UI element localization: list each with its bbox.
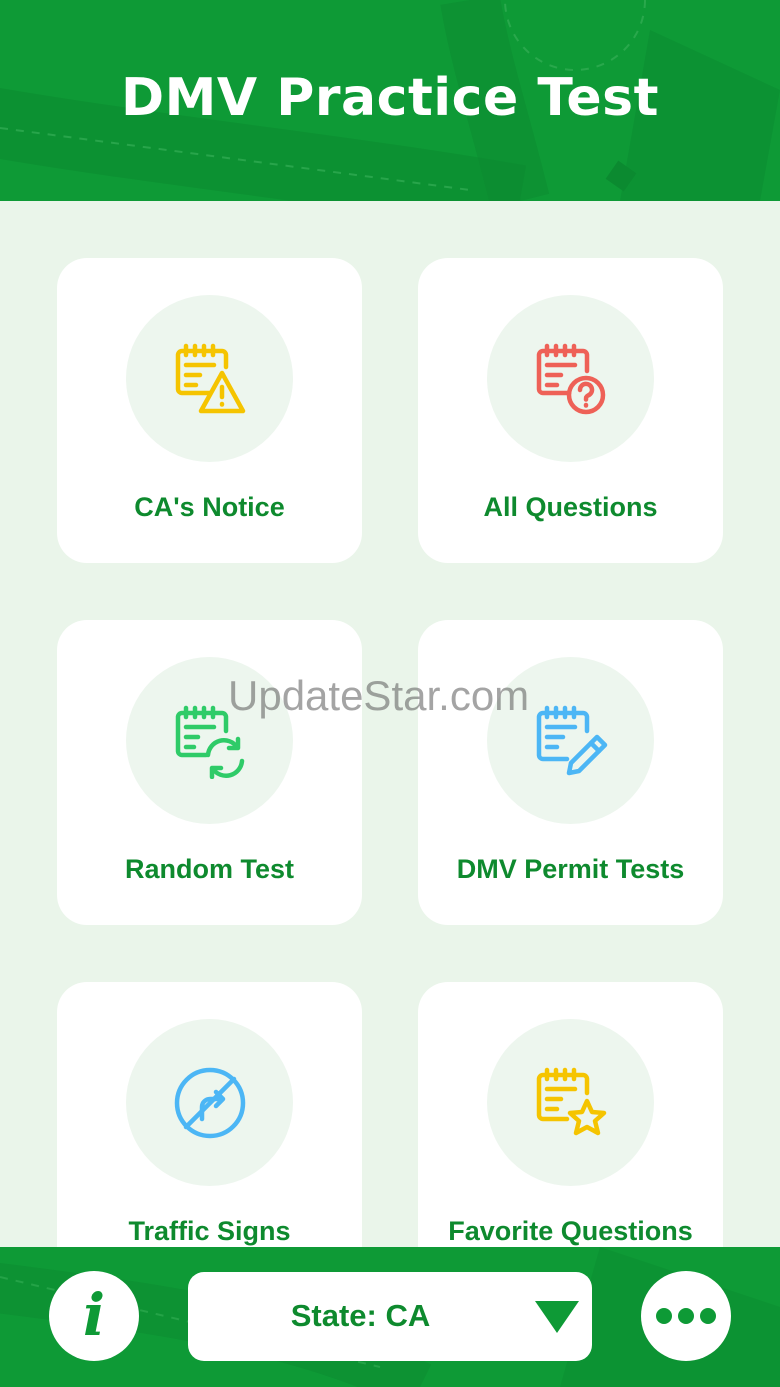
app-header: DMV Practice Test [0, 0, 780, 201]
permit-edit-icon [536, 705, 608, 776]
card-cas-notice[interactable]: CA's Notice [57, 258, 362, 563]
card-label: Traffic Signs [128, 1216, 291, 1246]
more-dots-icon [656, 1308, 716, 1324]
favorite-star-icon [536, 1067, 607, 1136]
card-icon-background [126, 1019, 293, 1186]
bottom-bar: i State: CA [0, 1247, 780, 1387]
card-icon-background [487, 1019, 654, 1186]
notice-warning-icon [175, 343, 246, 414]
card-icon-background [126, 295, 293, 462]
card-favorite-questions[interactable]: Favorite Questions [418, 982, 723, 1247]
random-refresh-icon [175, 705, 245, 779]
card-label: All Questions [483, 492, 658, 522]
card-label: DMV Permit Tests [456, 854, 685, 884]
no-right-turn-sign-icon [174, 1067, 246, 1139]
card-label: Favorite Questions [448, 1216, 693, 1246]
card-traffic-signs[interactable]: Traffic Signs [57, 982, 362, 1247]
info-button[interactable]: i [49, 1271, 139, 1361]
card-icon-background [487, 295, 654, 462]
menu-grid: CA's Notice All Questions Random Test DM… [0, 201, 780, 1247]
card-label: Random Test [124, 854, 294, 884]
more-button[interactable] [641, 1271, 731, 1361]
card-icon-background [487, 657, 654, 824]
state-label: State: CA [290, 1298, 431, 1333]
card-random-test[interactable]: Random Test [57, 620, 362, 925]
state-dropdown[interactable]: State: CA [188, 1272, 592, 1361]
card-all-questions[interactable]: All Questions [418, 258, 723, 563]
page-title: DMV Practice Test [121, 68, 659, 128]
card-label: CA's Notice [134, 492, 285, 522]
question-document-icon [536, 343, 606, 415]
card-icon-background [126, 657, 293, 824]
card-dmv-permit-tests[interactable]: DMV Permit Tests [418, 620, 723, 925]
chevron-down-icon [535, 1301, 579, 1333]
info-icon: i [82, 1281, 106, 1349]
